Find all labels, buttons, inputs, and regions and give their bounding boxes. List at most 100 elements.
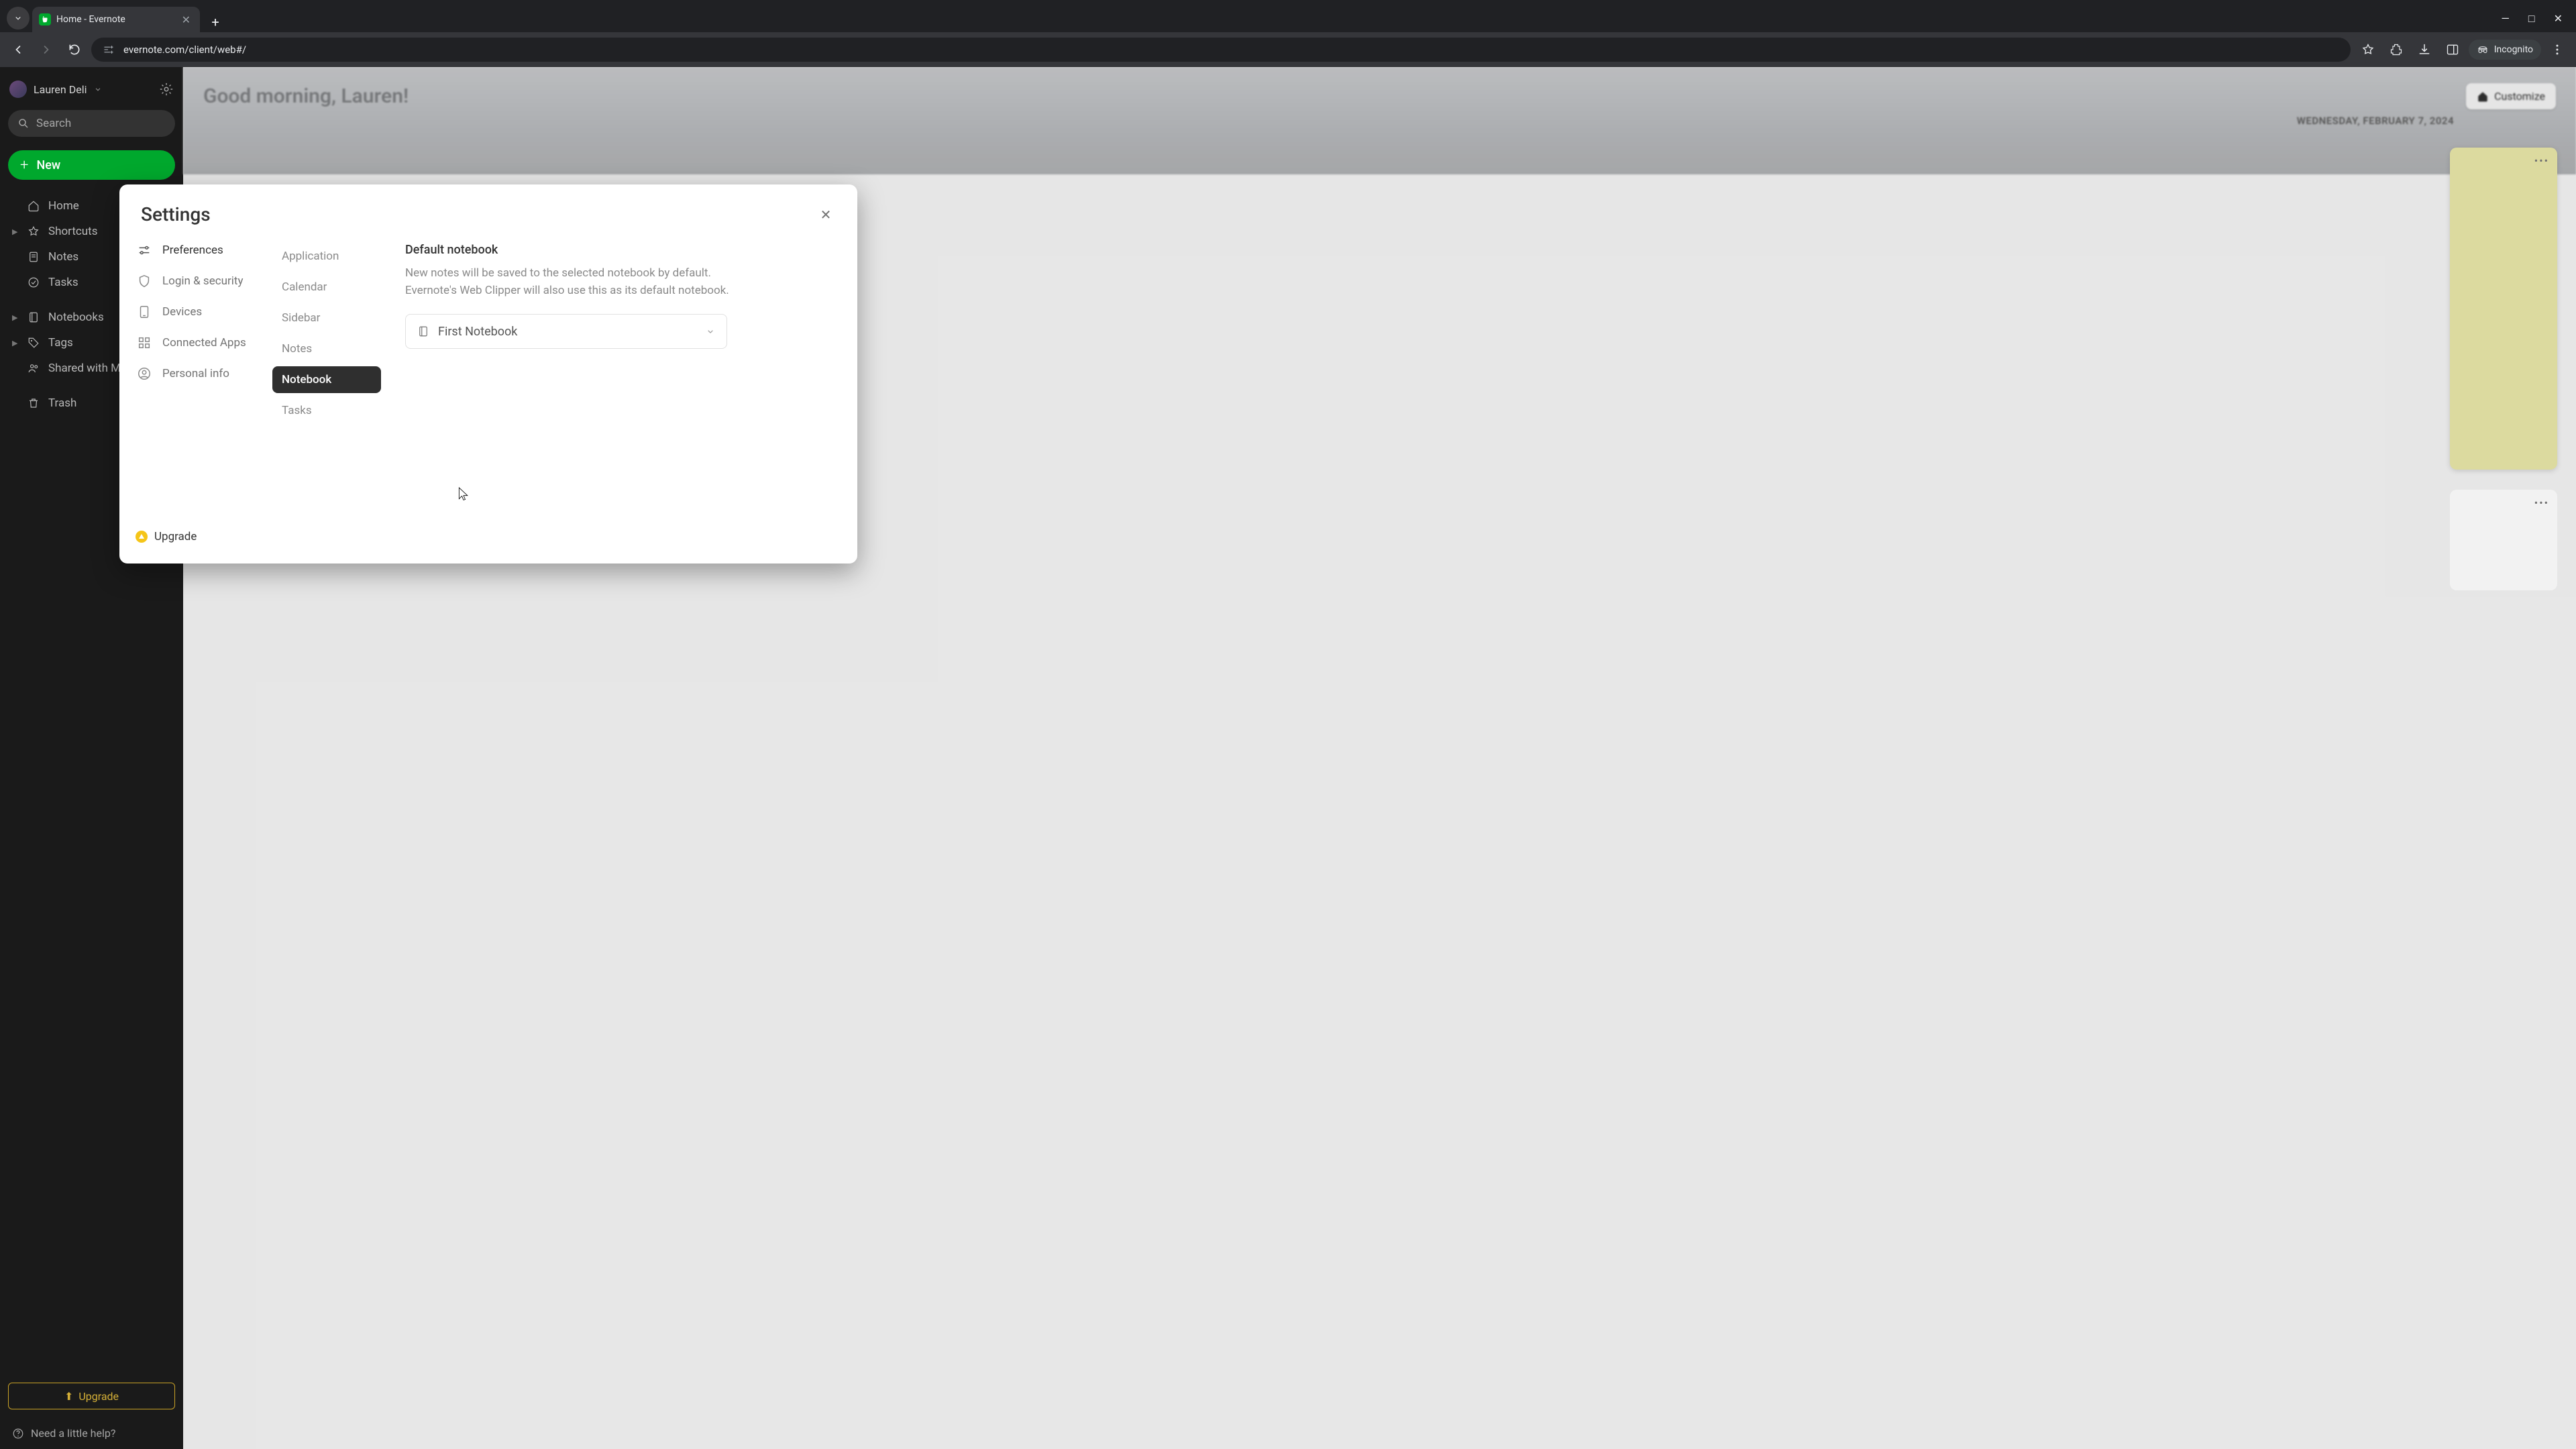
shield-icon (136, 274, 153, 288)
chevron-right-icon[interactable]: ▶ (12, 339, 19, 347)
new-tab-button[interactable]: + (205, 12, 225, 32)
category-label: Personal info (162, 367, 229, 380)
account-menu[interactable]: Lauren Deli (0, 75, 183, 103)
site-settings-icon[interactable] (101, 42, 117, 58)
sidebar-item-label: Trash (48, 396, 76, 410)
search-input[interactable]: Search (8, 110, 175, 137)
home-icon (27, 200, 40, 212)
note-icon (27, 251, 40, 263)
chevron-down-icon (93, 85, 103, 94)
upgrade-icon (136, 531, 148, 543)
prefs-subtab-calendar[interactable]: Calendar (272, 274, 381, 301)
browser-menu-button[interactable] (2545, 38, 2569, 62)
downloads-icon[interactable] (2412, 38, 2436, 62)
pane-heading: Default notebook (405, 243, 830, 257)
default-notebook-select[interactable]: First Notebook (405, 314, 727, 349)
subtab-label: Notebook (282, 373, 331, 386)
window-minimize-button[interactable]: ― (2501, 12, 2510, 25)
user-circle-icon (136, 366, 153, 381)
trash-icon (27, 397, 40, 409)
subtab-label: Calendar (282, 280, 327, 294)
settings-modal: Settings ✕ Preferences Login & security (119, 184, 857, 564)
incognito-indicator[interactable]: Incognito (2469, 40, 2541, 60)
subtab-label: Tasks (282, 404, 312, 417)
help-label: Need a little help? (31, 1427, 115, 1440)
check-circle-icon (27, 276, 40, 288)
sidebar-item-label: Notebooks (48, 311, 104, 324)
new-note-button[interactable]: + New (8, 150, 175, 180)
search-placeholder: Search (36, 117, 71, 130)
apps-grid-icon (136, 335, 153, 350)
device-icon (136, 305, 153, 319)
people-icon (27, 362, 40, 374)
upgrade-label: Upgrade (78, 1390, 119, 1403)
help-icon (12, 1428, 24, 1440)
star-icon (27, 225, 40, 237)
plus-icon: + (20, 157, 28, 174)
forward-button[interactable] (35, 38, 58, 61)
window-maximize-button[interactable]: □ (2528, 12, 2535, 25)
address-bar[interactable]: evernote.com/client/web#/ (91, 38, 2351, 62)
avatar (9, 80, 27, 98)
settings-category-connected-apps[interactable]: Connected Apps (136, 335, 259, 350)
prefs-subtab-tasks[interactable]: Tasks (272, 397, 381, 424)
chevron-right-icon[interactable]: ▶ (12, 227, 19, 236)
subtab-label: Application (282, 250, 339, 263)
prefs-subtab-notebook[interactable]: Notebook (272, 366, 381, 393)
sidebar-upgrade-button[interactable]: ⬆ Upgrade (8, 1383, 175, 1409)
settings-category-devices[interactable]: Devices (136, 305, 259, 319)
extensions-icon[interactable] (2384, 38, 2408, 62)
browser-tab[interactable]: Home - Evernote ✕ (32, 7, 200, 32)
notebook-icon (417, 325, 430, 338)
tag-icon (27, 337, 40, 349)
subtab-label: Sidebar (282, 311, 320, 325)
tab-title: Home - Evernote (56, 14, 174, 25)
subtab-label: Notes (282, 342, 312, 356)
category-label: Preferences (162, 244, 223, 257)
tab-search-button[interactable] (7, 7, 30, 30)
sidebar-item-label: Shortcuts (48, 225, 98, 238)
settings-upgrade-link[interactable]: Upgrade (136, 530, 259, 543)
browser-titlebar: Home - Evernote ✕ + ― □ ✕ (0, 0, 2576, 32)
category-label: Login & security (162, 274, 244, 288)
tab-close-button[interactable]: ✕ (179, 12, 193, 28)
sidebar-item-label: Tasks (48, 276, 78, 289)
window-controls: ― □ ✕ (2501, 12, 2576, 32)
sidebar-item-label: Tags (48, 336, 73, 350)
upgrade-label: Upgrade (154, 530, 197, 543)
prefs-subtab-notes[interactable]: Notes (272, 335, 381, 362)
browser-toolbar: evernote.com/client/web#/ Incognito (0, 32, 2576, 67)
sidebar-item-label: Shared with Me (48, 362, 127, 375)
settings-gear-icon[interactable] (159, 82, 174, 97)
modal-close-button[interactable]: ✕ (816, 205, 836, 225)
incognito-label: Incognito (2494, 44, 2533, 55)
modal-title: Settings (141, 203, 211, 225)
back-button[interactable] (7, 38, 30, 61)
settings-category-personal-info[interactable]: Personal info (136, 366, 259, 381)
settings-category-preferences[interactable]: Preferences (136, 243, 259, 258)
notebook-icon (27, 311, 40, 323)
chevron-down-icon (705, 326, 716, 337)
help-link[interactable]: Need a little help? (0, 1417, 183, 1449)
search-icon (17, 117, 30, 129)
category-label: Connected Apps (162, 336, 246, 350)
url-text: evernote.com/client/web#/ (123, 44, 246, 56)
username: Lauren Deli (34, 83, 87, 96)
sliders-icon (136, 243, 153, 258)
selected-notebook: First Notebook (438, 325, 697, 339)
category-label: Devices (162, 305, 202, 319)
side-panel-icon[interactable] (2440, 38, 2465, 62)
window-close-button[interactable]: ✕ (2554, 12, 2563, 25)
prefs-subtab-sidebar[interactable]: Sidebar (272, 305, 381, 331)
chevron-right-icon[interactable]: ▶ (12, 313, 19, 322)
evernote-favicon-icon (39, 13, 51, 25)
pane-description: New notes will be saved to the selected … (405, 265, 754, 299)
new-label: New (36, 158, 60, 172)
sidebar-item-label: Notes (48, 250, 78, 264)
settings-category-login-security[interactable]: Login & security (136, 274, 259, 288)
bookmark-star-icon[interactable] (2356, 38, 2380, 62)
sidebar-item-label: Home (48, 199, 79, 213)
upgrade-bolt-icon: ⬆ (64, 1390, 73, 1403)
prefs-subtab-application[interactable]: Application (272, 243, 381, 270)
reload-button[interactable] (63, 38, 86, 61)
